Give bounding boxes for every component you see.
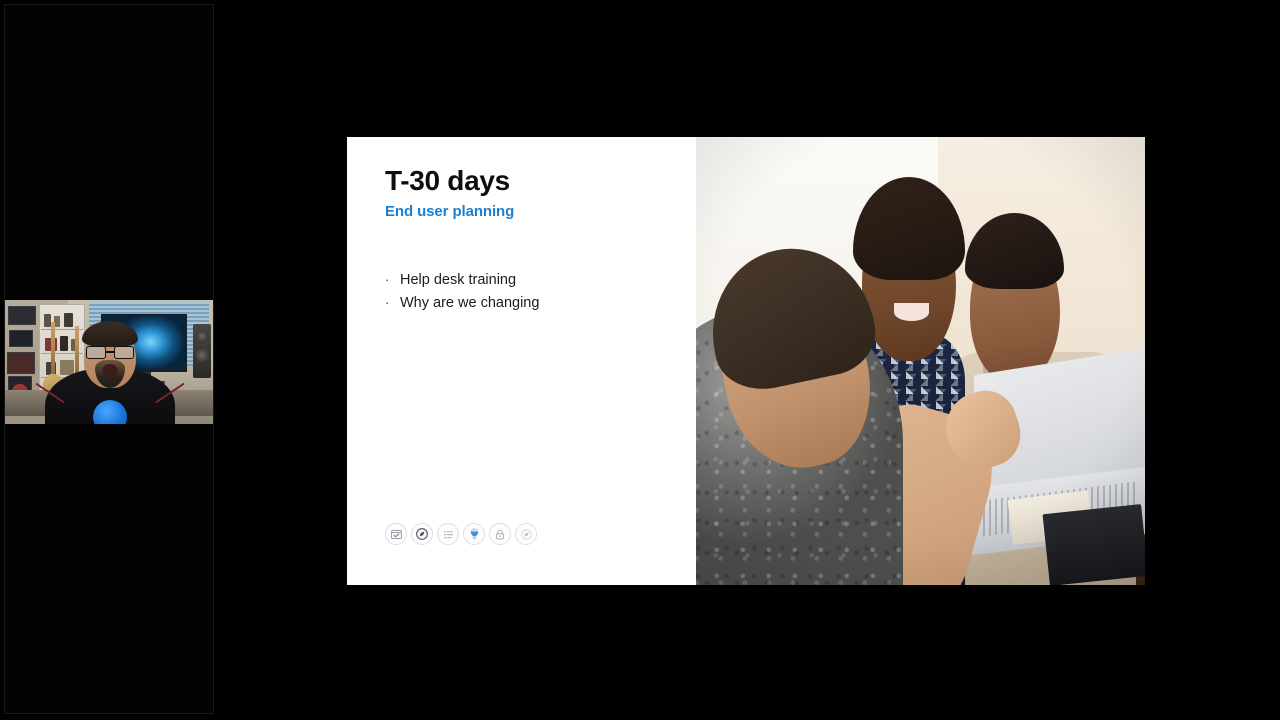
checklist-icon	[385, 523, 407, 545]
presenter-webcam-tile[interactable]	[5, 300, 213, 424]
presenter-mouth	[102, 364, 118, 376]
compass-icon	[411, 523, 433, 545]
bullet-marker: ·	[385, 272, 390, 287]
list-item-label: Help desk training	[400, 272, 517, 288]
padlock-icon	[489, 523, 511, 545]
bullet-list-icon	[437, 523, 459, 545]
webcam-wall-frame	[9, 330, 33, 347]
list-item: · Why are we changing	[385, 292, 539, 315]
lightbulb-icon	[463, 523, 485, 545]
presentation-stage: T-30 days End user planning · Help desk …	[0, 0, 1280, 720]
slide-subtitle: End user planning	[385, 203, 515, 220]
webcam-wall-frame	[7, 352, 35, 374]
list-item-label: Why are we changing	[400, 294, 540, 311]
webcam-wall-frame	[8, 306, 36, 325]
slide-bullet-list: · Help desk training · Why are we changi…	[385, 269, 539, 314]
shared-slide[interactable]: T-30 days End user planning · Help desk …	[347, 137, 1145, 585]
slide-icon-strip	[385, 523, 537, 545]
slide-text-column: T-30 days End user planning · Help desk …	[347, 137, 696, 585]
collaboration-photo	[696, 137, 1145, 585]
participant-video-column[interactable]	[4, 4, 214, 714]
bullet-marker: ·	[385, 294, 390, 310]
webcam-speaker	[193, 324, 211, 378]
slide-title: T-30 days	[385, 165, 510, 196]
presenter-glasses	[86, 346, 134, 359]
list-item: · Help desk training	[385, 269, 539, 292]
webcam-scene	[5, 300, 213, 424]
compass-faded-icon	[515, 523, 537, 545]
